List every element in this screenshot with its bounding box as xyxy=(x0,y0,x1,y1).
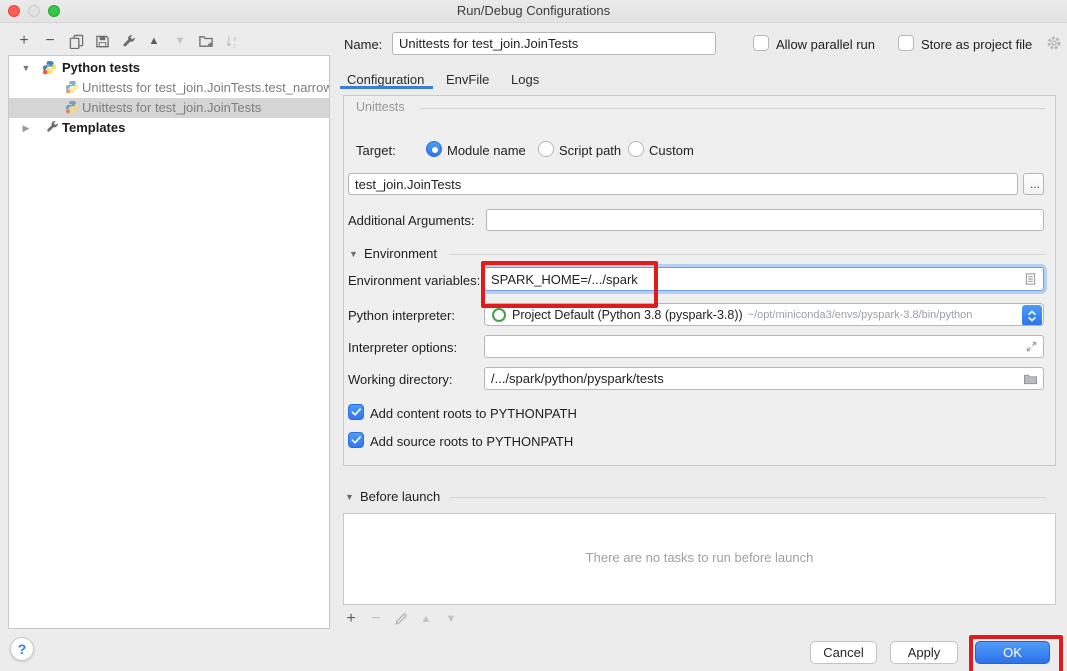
configurations-tree: ▼ Python tests Unittests for test_join.J… xyxy=(8,55,330,629)
module-name-input[interactable] xyxy=(348,173,1018,195)
check-icon xyxy=(351,435,362,445)
tree-item-label: Templates xyxy=(62,118,125,138)
tab-logs[interactable]: Logs xyxy=(511,70,539,90)
check-icon xyxy=(351,407,362,417)
before-launch-toolbar: + − ▲ ▼ xyxy=(343,610,469,628)
allow-parallel-run-label: Allow parallel run xyxy=(776,37,875,52)
remove-task-icon: − xyxy=(368,611,384,627)
move-task-down-icon: ▼ xyxy=(443,611,459,627)
radio-module-name-label: Module name xyxy=(447,143,526,158)
tree-toolbar: + − ▲ ▼ az xyxy=(8,30,250,52)
python-interpreter-value: Project Default (Python 3.8 (pyspark-3.8… xyxy=(512,308,743,322)
templates-wrench-icon xyxy=(45,120,59,138)
titlebar: Run/Debug Configurations xyxy=(0,0,1067,23)
divider xyxy=(420,108,1045,109)
tab-envfile[interactable]: EnvFile xyxy=(446,70,489,90)
move-task-up-icon: ▲ xyxy=(418,611,434,627)
radio-custom[interactable] xyxy=(628,141,644,157)
collapse-environment-icon[interactable]: ▼ xyxy=(349,249,358,259)
store-as-project-file-label: Store as project file xyxy=(921,37,1032,52)
before-launch-empty-message: There are no tasks to run before launch xyxy=(344,550,1055,565)
radio-module-name[interactable] xyxy=(426,141,442,157)
tree-item-label: Unittests for test_join.JoinTests xyxy=(82,98,261,118)
target-label: Target: xyxy=(356,143,396,158)
radio-custom-label: Custom xyxy=(649,143,694,158)
window-title: Run/Debug Configurations xyxy=(0,0,1067,22)
remove-configuration-icon[interactable]: − xyxy=(42,33,58,49)
move-up-icon[interactable]: ▲ xyxy=(146,33,162,49)
tree-item-templates[interactable]: ▶ Templates xyxy=(9,118,329,138)
sort-alphabetically-icon: az xyxy=(224,33,240,49)
python-tests-icon xyxy=(42,60,57,78)
environment-variables-label: Environment variables: xyxy=(348,273,480,288)
ok-button[interactable]: OK xyxy=(975,641,1050,664)
store-as-project-file-checkbox[interactable] xyxy=(898,35,914,51)
python-test-config-icon xyxy=(65,100,79,118)
run-debug-configurations-dialog: Run/Debug Configurations + − ▲ ▼ az ▼ Py xyxy=(0,0,1067,671)
radio-script-path[interactable] xyxy=(538,141,554,157)
tree-item-label: Unittests for test_join.JoinTests.test_n… xyxy=(82,78,329,98)
environment-variables-input[interactable] xyxy=(484,267,1044,291)
edit-task-icon xyxy=(393,611,409,627)
before-launch-tasks-list[interactable]: There are no tasks to run before launch xyxy=(343,513,1056,605)
python-interpreter-label: Python interpreter: xyxy=(348,308,455,323)
collapse-before-launch-icon[interactable]: ▼ xyxy=(345,492,354,502)
additional-arguments-input[interactable] xyxy=(486,209,1044,231)
browse-module-button[interactable]: ... xyxy=(1023,173,1044,195)
environment-section-label: Environment xyxy=(364,246,437,261)
add-source-roots-label: Add source roots to PYTHONPATH xyxy=(370,434,573,449)
env-variables-list-icon[interactable] xyxy=(1024,272,1037,286)
interpreter-options-label: Interpreter options: xyxy=(348,340,457,355)
unittests-group-label: Unittests xyxy=(356,100,405,114)
cancel-button[interactable]: Cancel xyxy=(810,641,877,664)
store-options-gear-icon[interactable] xyxy=(1046,35,1062,54)
allow-parallel-run-checkbox[interactable] xyxy=(753,35,769,51)
additional-arguments-label: Additional Arguments: xyxy=(348,213,474,228)
expand-editor-icon[interactable] xyxy=(1025,340,1038,353)
move-down-icon: ▼ xyxy=(172,33,188,49)
chevron-right-icon[interactable]: ▶ xyxy=(19,118,33,138)
edit-templates-icon[interactable] xyxy=(120,33,136,49)
add-source-roots-checkbox[interactable] xyxy=(348,432,364,448)
python-test-config-icon xyxy=(65,80,79,98)
help-button[interactable]: ? xyxy=(10,637,34,661)
new-folder-icon[interactable] xyxy=(198,33,214,49)
dropdown-stepper-icon[interactable] xyxy=(1022,305,1042,326)
divider xyxy=(450,497,1046,498)
tree-item-unittests-test-narrow[interactable]: Unittests for test_join.JoinTests.test_n… xyxy=(9,78,329,98)
before-launch-section-label: Before launch xyxy=(360,489,440,504)
copy-configuration-icon[interactable] xyxy=(68,33,84,49)
name-input[interactable] xyxy=(392,32,716,55)
tree-item-python-tests[interactable]: ▼ Python tests xyxy=(9,58,329,78)
working-directory-input[interactable] xyxy=(484,367,1044,390)
add-content-roots-checkbox[interactable] xyxy=(348,404,364,420)
name-label: Name: xyxy=(344,37,382,52)
tree-item-label: Python tests xyxy=(62,58,140,78)
add-content-roots-label: Add content roots to PYTHONPATH xyxy=(370,406,577,421)
python-interpreter-path: ~/opt/miniconda3/envs/pyspark-3.8/bin/py… xyxy=(748,309,973,321)
add-task-icon[interactable]: + xyxy=(343,611,359,627)
python-interpreter-select[interactable]: Project Default (Python 3.8 (pyspark-3.8… xyxy=(484,303,1044,326)
svg-text:z: z xyxy=(232,42,235,48)
add-configuration-icon[interactable]: + xyxy=(16,33,32,49)
tree-item-unittests-jointests[interactable]: Unittests for test_join.JoinTests xyxy=(9,98,329,118)
apply-button[interactable]: Apply xyxy=(890,641,958,664)
radio-script-path-label: Script path xyxy=(559,143,621,158)
chevron-down-icon[interactable]: ▼ xyxy=(19,58,33,78)
browse-folder-icon[interactable] xyxy=(1023,373,1038,386)
active-tab-underline xyxy=(340,86,433,89)
divider xyxy=(449,254,1045,255)
interpreter-options-input[interactable] xyxy=(484,335,1044,358)
save-configuration-icon[interactable] xyxy=(94,33,110,49)
configuration-panel: Unittests Target: Module name Script pat… xyxy=(343,95,1056,466)
svg-text:a: a xyxy=(232,35,236,42)
conda-environment-icon xyxy=(492,308,506,322)
working-directory-label: Working directory: xyxy=(348,372,453,387)
